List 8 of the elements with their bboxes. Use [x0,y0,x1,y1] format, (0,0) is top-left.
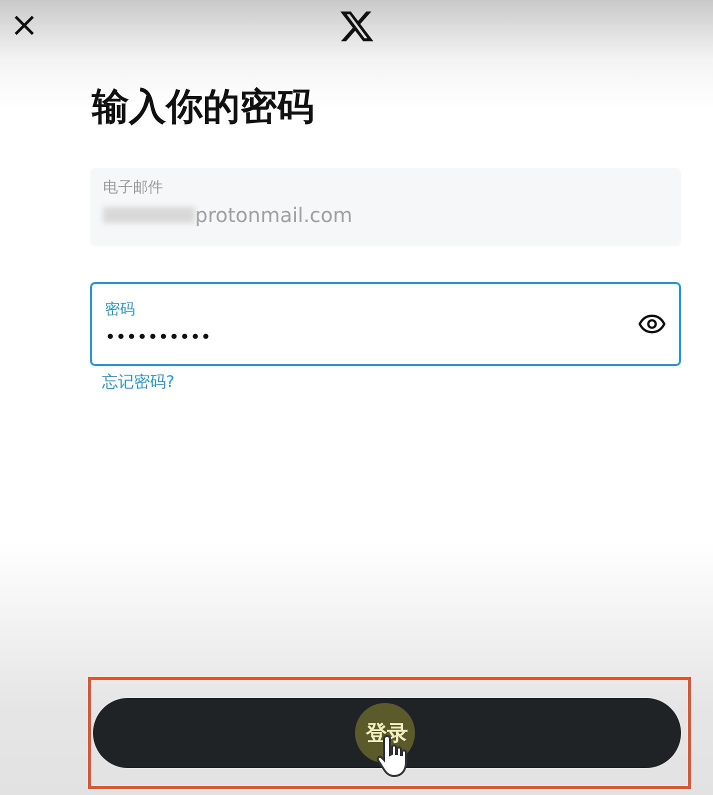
field-label: 电子邮件 [103,178,164,197]
login-button[interactable]: 登录 [93,698,681,768]
page-title: 输入你的密码 [92,84,315,130]
password-field[interactable]: 密码 •••••••••• [90,282,681,366]
field-label: 密码 [105,300,136,319]
field-value: •••••••••• [105,327,212,348]
field-value: protonmail.com [195,203,352,227]
close-button[interactable]: × [4,8,44,42]
